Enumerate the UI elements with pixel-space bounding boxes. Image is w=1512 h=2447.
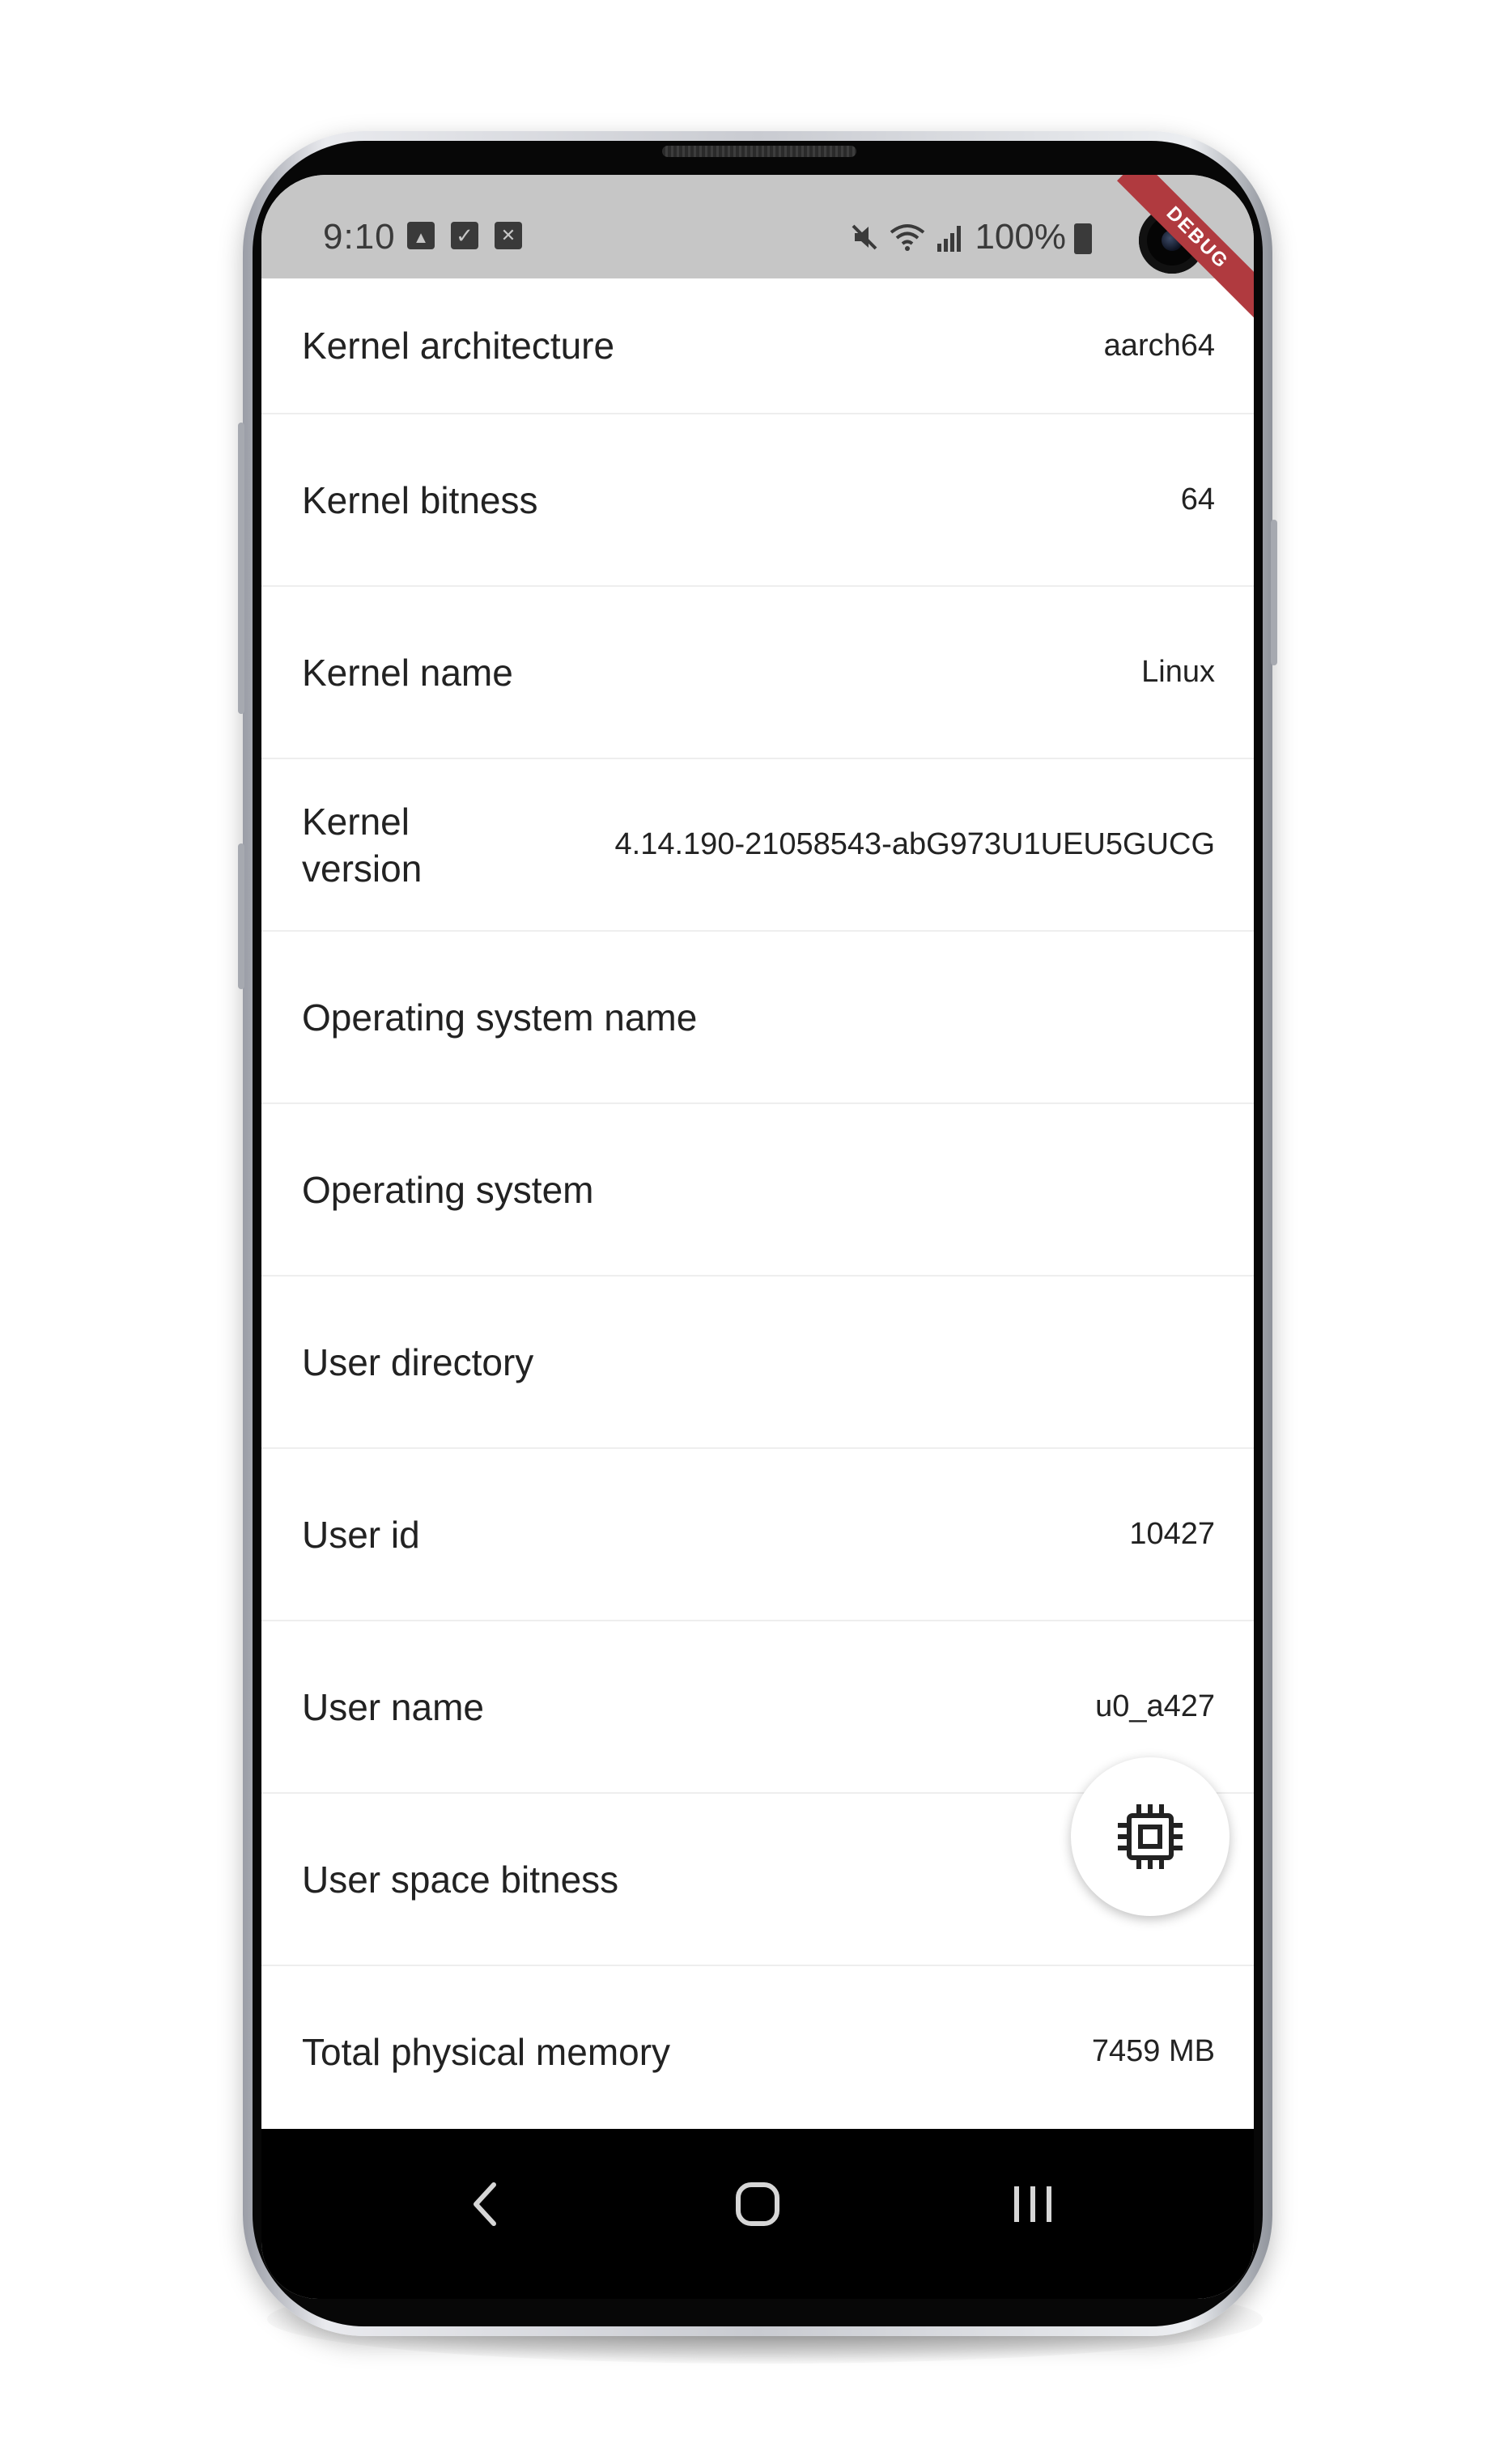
list-item: Kernel name Linux [261, 587, 1254, 759]
image-icon [407, 222, 435, 249]
list-item: Kernel bitness 64 [261, 414, 1254, 587]
row-label: Operating system [302, 1168, 594, 1211]
battery-percent: 100% [975, 217, 1066, 257]
wifi-icon [890, 224, 925, 251]
row-label: Kernel version [302, 800, 423, 890]
screen: 9:10 100% DEBUG [261, 175, 1254, 2299]
check-icon [451, 222, 478, 249]
row-label: User directory [302, 1340, 534, 1383]
back-icon [474, 2182, 496, 2226]
list-item: User id 10427 [261, 1449, 1254, 1621]
list-item: Total physical memory 7459 MB [261, 1966, 1254, 2139]
row-label: User id [302, 1513, 420, 1556]
row-label: Kernel name [302, 651, 513, 694]
memory-chip-icon [1118, 1804, 1183, 1869]
mute-icon [852, 224, 877, 250]
row-value: 7459 MB [1091, 2034, 1215, 2068]
back-button[interactable] [449, 2168, 522, 2241]
row-label: Operating system name [302, 996, 698, 1039]
row-value: 64 [1180, 482, 1215, 516]
navigation-bar [261, 2129, 1254, 2299]
row-label: Kernel bitness [302, 478, 538, 521]
recents-icon [1014, 2186, 1051, 2222]
list-item: Operating system [261, 1104, 1254, 1277]
battery-icon [1074, 223, 1092, 254]
row-label: Total physical memory [302, 2030, 671, 2073]
row-value: Linux [1141, 655, 1215, 689]
power-button [1271, 520, 1277, 665]
list-item: User name u0_a427 [261, 1621, 1254, 1794]
home-icon [736, 2182, 779, 2226]
signal-icon [937, 226, 962, 252]
bixby-button [238, 843, 244, 989]
row-value: 10427 [1129, 1517, 1215, 1551]
list-item: Kernel version 4.14.190-21058543-abG973U… [261, 759, 1254, 932]
home-button[interactable] [721, 2168, 794, 2241]
earpiece-speaker [662, 146, 856, 157]
close-icon [495, 222, 522, 249]
recents-button[interactable] [996, 2168, 1069, 2241]
memory-fab-button[interactable] [1071, 1757, 1230, 1916]
row-label: Kernel architecture [302, 325, 615, 367]
row-label: User name [302, 1685, 484, 1728]
list-item: Operating system name [261, 932, 1254, 1104]
row-value: aarch64 [1103, 328, 1215, 363]
list-item: User directory [261, 1277, 1254, 1449]
volume-button [238, 423, 244, 714]
status-time: 9:10 [323, 217, 396, 257]
list-item: Kernel architecture aarch64 [261, 278, 1254, 414]
row-value: 4.14.190-21058543-abG973U1UEU5GUCG [614, 827, 1215, 861]
status-bar: 9:10 100% [261, 175, 1254, 278]
row-label: User space bitness [302, 1858, 619, 1901]
status-system-icons: 100% [848, 217, 1092, 257]
